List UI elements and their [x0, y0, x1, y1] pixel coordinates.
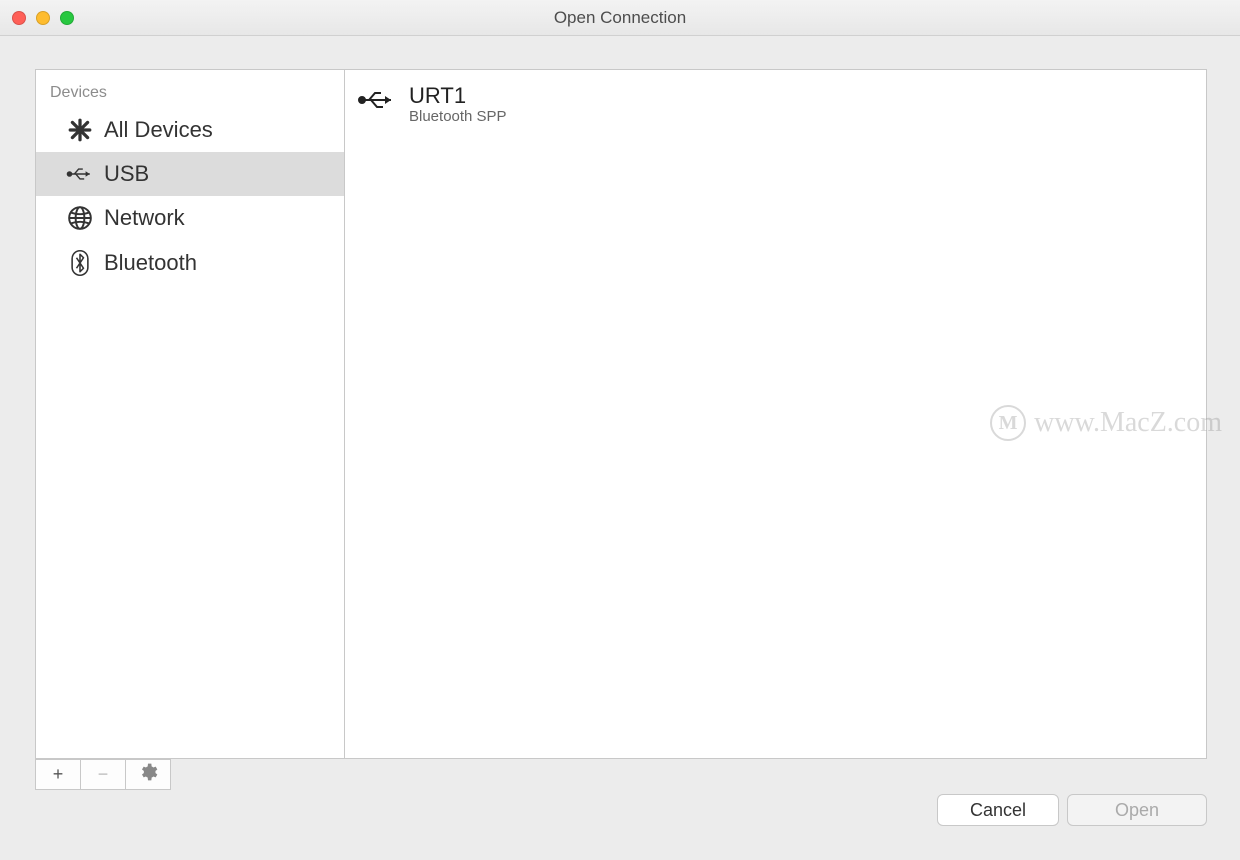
minus-icon: − — [98, 764, 109, 785]
bluetooth-icon — [66, 249, 94, 277]
globe-icon — [66, 205, 94, 231]
sidebar-item-label: Bluetooth — [104, 250, 197, 276]
sidebar-item-label: All Devices — [104, 117, 213, 143]
minimize-window-button[interactable] — [36, 11, 50, 25]
cancel-button[interactable]: Cancel — [937, 794, 1059, 826]
usb-icon — [66, 165, 94, 183]
window-controls — [12, 0, 74, 35]
sidebar-item-label: Network — [104, 205, 185, 231]
device-text: URT1 Bluetooth SPP — [409, 84, 507, 125]
sidebar-toolbar: + − — [35, 759, 171, 790]
asterisk-icon — [66, 117, 94, 143]
main-panel: Devices All Devices USB — [35, 69, 1207, 759]
settings-button[interactable] — [125, 759, 171, 790]
sidebar-item-usb[interactable]: USB — [36, 152, 344, 196]
usb-plug-icon — [357, 84, 397, 112]
sidebar-item-all-devices[interactable]: All Devices — [36, 108, 344, 152]
sidebar-item-label: USB — [104, 161, 149, 187]
cancel-button-label: Cancel — [970, 800, 1026, 821]
gear-icon — [138, 762, 158, 787]
sidebar-section-header: Devices — [36, 70, 344, 108]
remove-button[interactable]: − — [80, 759, 126, 790]
open-button[interactable]: Open — [1067, 794, 1207, 826]
device-row[interactable]: URT1 Bluetooth SPP — [357, 78, 1194, 131]
window-title: Open Connection — [554, 8, 686, 28]
device-name: URT1 — [409, 84, 507, 108]
add-button[interactable]: + — [35, 759, 81, 790]
device-subtitle: Bluetooth SPP — [409, 108, 507, 125]
sidebar-item-bluetooth[interactable]: Bluetooth — [36, 240, 344, 286]
sidebar: Devices All Devices USB — [35, 69, 345, 759]
titlebar: Open Connection — [0, 0, 1240, 36]
zoom-window-button[interactable] — [60, 11, 74, 25]
open-button-label: Open — [1115, 800, 1159, 821]
close-window-button[interactable] — [12, 11, 26, 25]
device-list: URT1 Bluetooth SPP — [345, 69, 1207, 759]
plus-icon: + — [53, 764, 64, 785]
sidebar-item-network[interactable]: Network — [36, 196, 344, 240]
